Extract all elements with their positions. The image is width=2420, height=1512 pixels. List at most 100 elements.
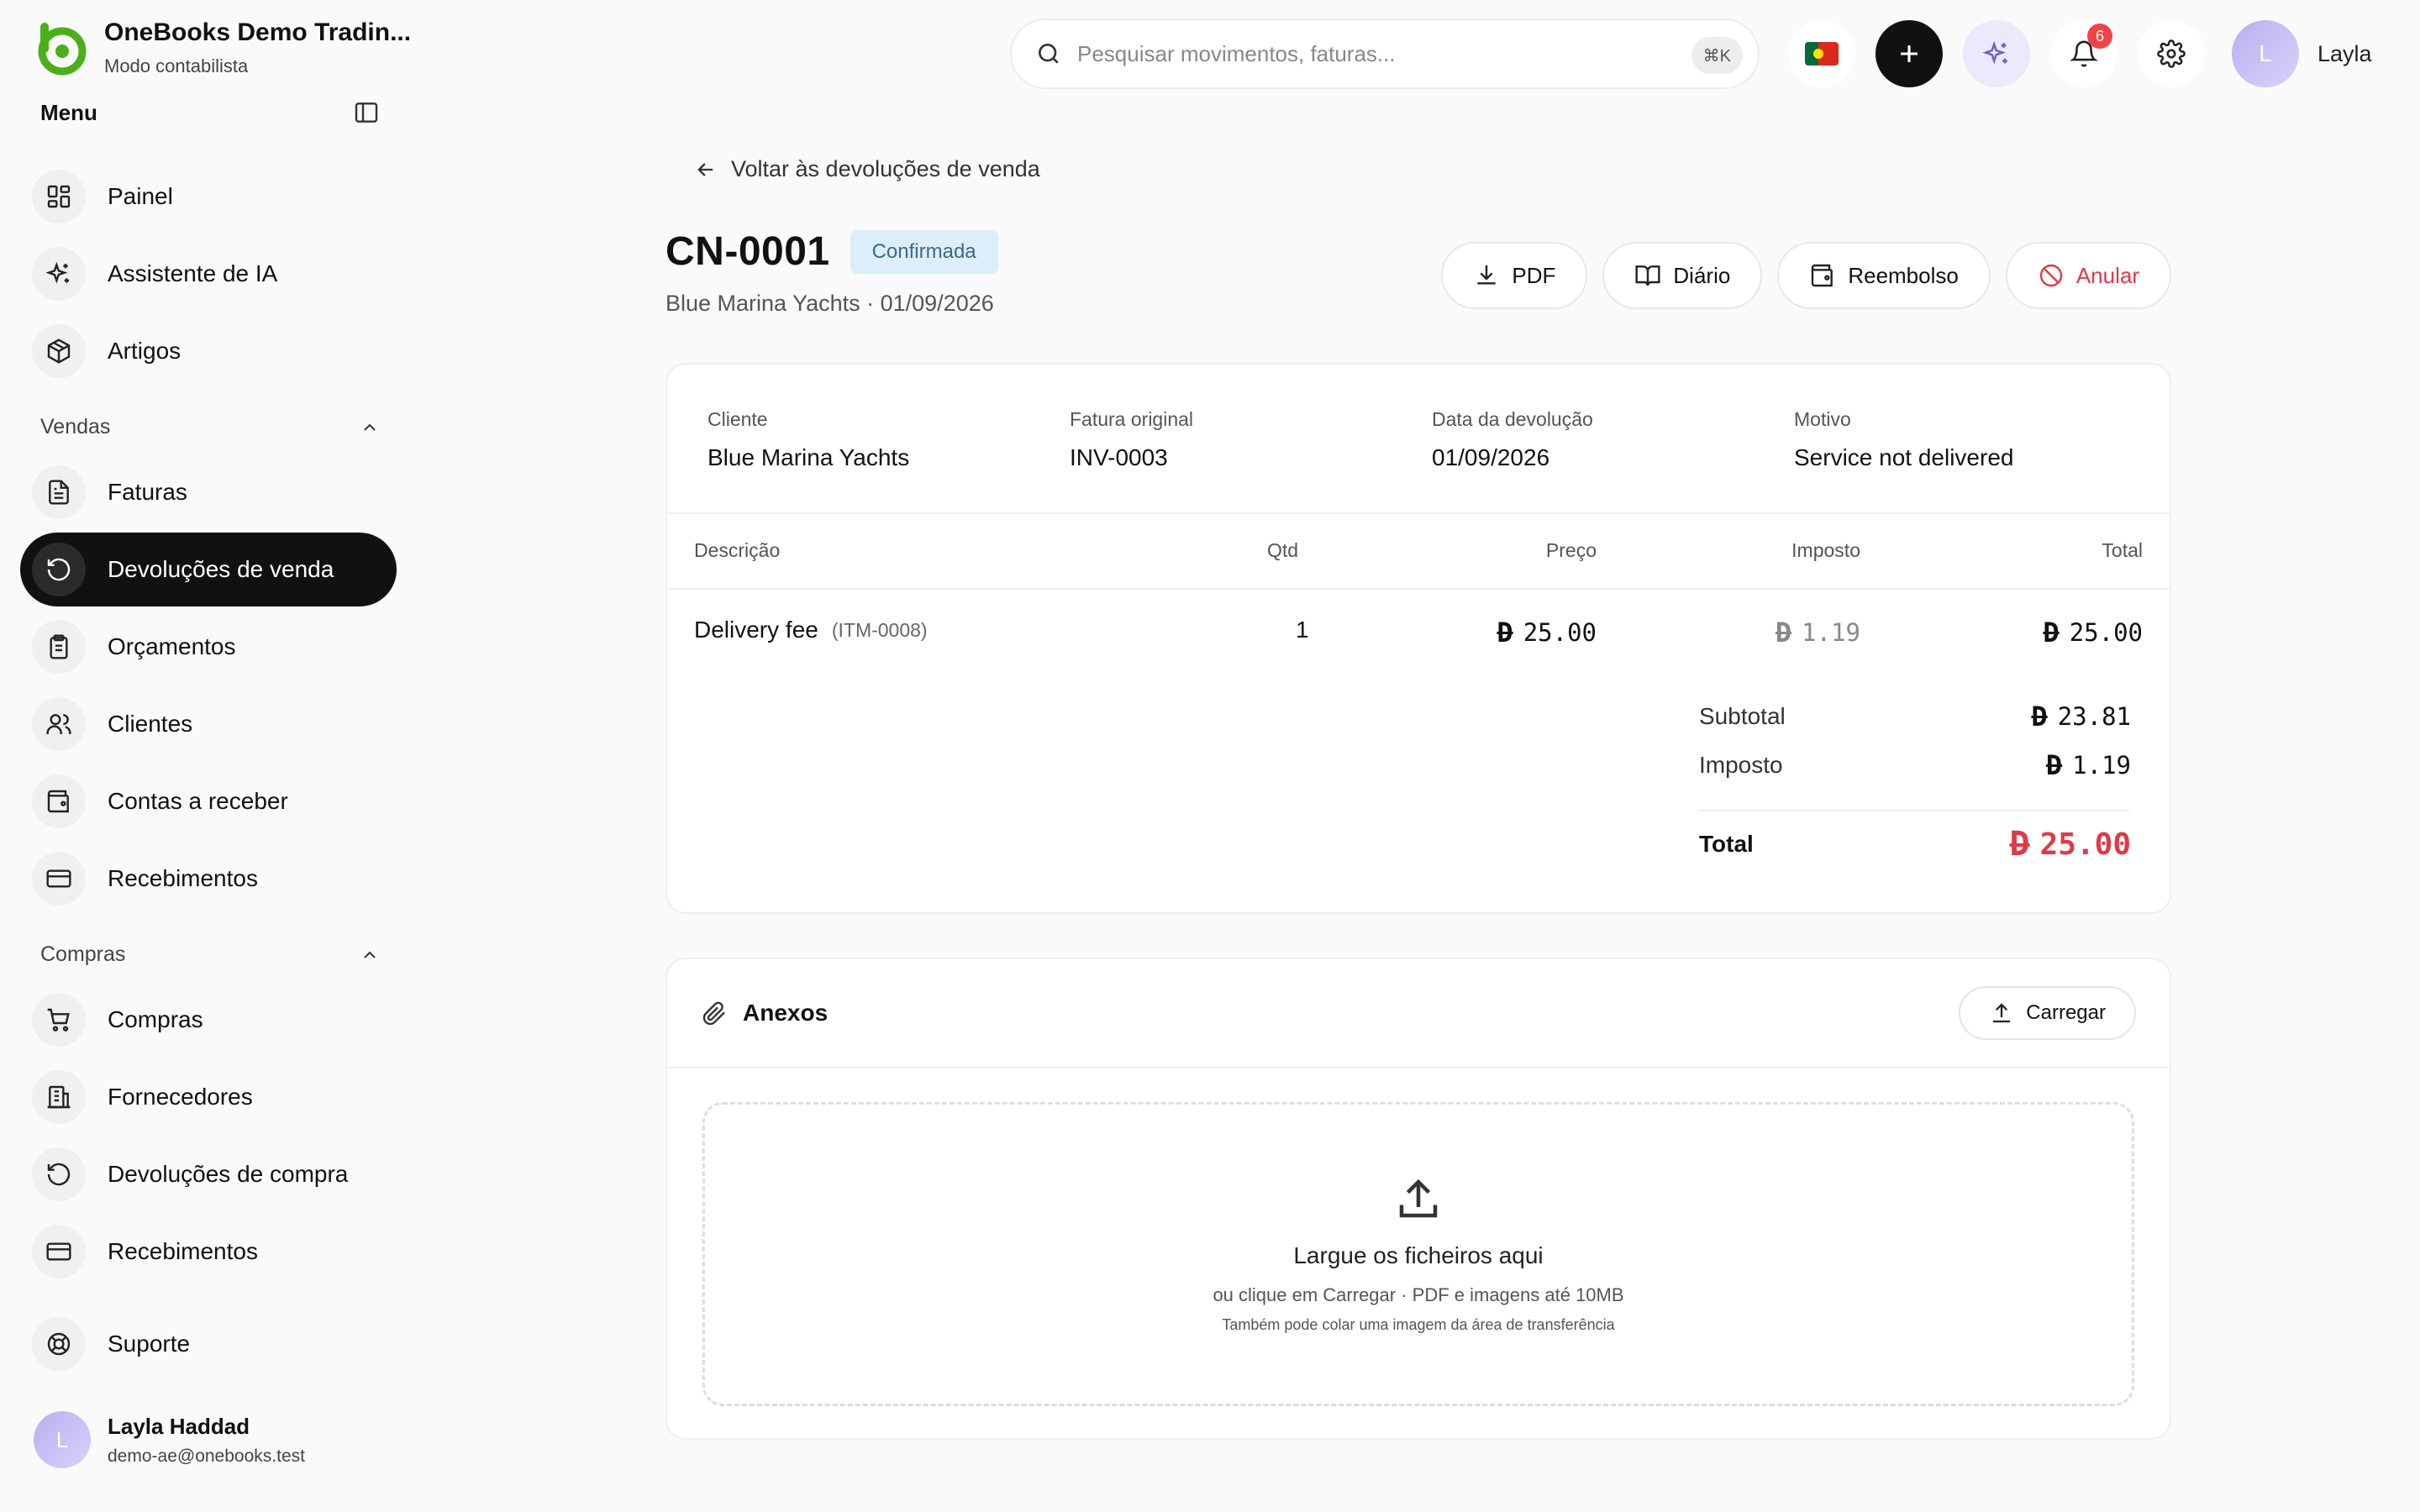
language-button[interactable] <box>1788 20 1855 87</box>
sidebar-item-faturas[interactable]: Faturas <box>20 455 397 529</box>
sidebar-item-painel[interactable]: Painel <box>20 160 397 234</box>
amount: 25.00 <box>1523 618 1597 647</box>
line-item-description: Delivery fee (ITM-0008) <box>694 617 928 643</box>
chevron-up-icon <box>364 951 376 958</box>
currency-symbol: D <box>2031 701 2048 732</box>
document-subtitle: Blue Marina Yachts · 01/09/2026 <box>666 291 994 316</box>
sidebar-item-purchase-receipts[interactable]: Recebimentos <box>20 1215 397 1289</box>
document-meta: Cliente Blue Marina Yachts Fatura origin… <box>708 408 2156 471</box>
sidebar-item-suporte[interactable]: Suporte <box>20 1307 397 1381</box>
attachments-title: Anexos <box>743 1000 829 1026</box>
amount: 25.00 <box>2039 827 2131 862</box>
sidebar-item-receivables[interactable]: Contas a receber <box>20 764 397 838</box>
chevron-up-icon <box>364 423 376 431</box>
sidebar-item-sales-returns[interactable]: Devoluções de venda <box>20 533 397 606</box>
paperclip-icon <box>702 1001 725 1026</box>
pdf-button[interactable]: PDF <box>1441 242 1588 309</box>
meta-customer: Cliente Blue Marina Yachts <box>708 408 1070 471</box>
arrow-left-icon <box>697 162 713 176</box>
divider <box>667 512 2170 514</box>
search-input[interactable] <box>1077 40 1649 67</box>
sidebar-item-label: Recebimentos <box>108 865 258 891</box>
meta-label: Fatura original <box>1070 408 1194 430</box>
section-title: Vendas <box>40 415 111 438</box>
ban-icon <box>2039 264 2063 287</box>
avatar: L <box>34 1411 91 1468</box>
totals-divider <box>1699 810 2129 811</box>
item-code: (ITM-0008) <box>831 618 928 641</box>
return-icon <box>32 543 86 596</box>
notifications-count-badge: 6 <box>2087 24 2112 49</box>
sidebar-item-label: Devoluções de compra <box>108 1161 349 1187</box>
sidebar-section-vendas[interactable]: Vendas <box>40 415 380 439</box>
book-open-icon <box>1635 265 1660 286</box>
sidebar-item-purchase-returns[interactable]: Devoluções de compra <box>20 1137 397 1211</box>
brand[interactable]: OneBooks Demo Tradin... Modo contabilist… <box>32 18 411 77</box>
notifications-button[interactable]: 6 <box>2050 20 2118 87</box>
divider <box>667 1067 2170 1068</box>
column-header-qty: Qtd <box>1267 539 1299 561</box>
company-name: OneBooks Demo Tradin... <box>104 18 412 46</box>
sidebar-section-compras[interactable]: Compras <box>40 942 380 967</box>
download-icon <box>1477 265 1497 285</box>
sidebar-item-label: Fornecedores <box>108 1084 253 1110</box>
menu-title: Menu <box>40 99 97 125</box>
button-label: Reembolso <box>1848 262 1959 288</box>
total-value: D 25.00 <box>2010 825 2131 864</box>
user-name: Layla Haddad <box>108 1413 250 1439</box>
sidebar-toggle-icon[interactable] <box>353 99 380 126</box>
ai-assistant-button[interactable] <box>1963 20 2030 87</box>
back-to-sales-returns-link[interactable]: Voltar às devoluções de venda <box>694 156 1040 182</box>
return-icon <box>32 1147 86 1201</box>
total-row: Total D 25.00 <box>1699 825 2131 864</box>
attachments-header: Anexos <box>701 1000 828 1026</box>
subtotal-label: Subtotal <box>1699 703 1786 729</box>
currency-symbol: D <box>1497 617 1513 648</box>
create-new-button[interactable] <box>1876 20 1943 87</box>
cart-icon <box>32 993 86 1047</box>
void-button[interactable]: Anular <box>2005 242 2171 309</box>
meta-original-invoice: Fatura original INV-0003 <box>1070 408 1432 471</box>
divider <box>667 588 2170 590</box>
tax-row: Imposto D 1.19 <box>1699 749 2131 781</box>
dashboard-icon <box>32 170 86 223</box>
subtotal-row: Subtotal D 23.81 <box>1699 701 2131 732</box>
file-dropzone[interactable]: Largue os ficheiros aqui ou clique em Ca… <box>702 1102 2134 1406</box>
column-header-total: Total <box>2102 539 2143 561</box>
sidebar-item-sales-receipts[interactable]: Recebimentos <box>20 842 397 916</box>
currency-symbol: D <box>2043 617 2060 648</box>
credit-note-details-card: Cliente Blue Marina Yachts Fatura origin… <box>666 363 2171 914</box>
sparkles-icon <box>32 247 86 301</box>
sidebar-item-orcamentos[interactable]: Orçamentos <box>20 610 397 684</box>
dropzone-note: Também pode colar uma imagem da área de … <box>1222 1316 1615 1333</box>
onebooks-logo-icon <box>38 23 87 76</box>
meta-label: Cliente <box>708 408 768 430</box>
card-icon <box>32 852 86 906</box>
section-title: Compras <box>40 942 126 966</box>
page-title: CN-0001 <box>666 229 830 274</box>
dropzone-subtitle: ou clique em Carregar · PDF e imagens at… <box>1213 1284 1624 1305</box>
currency-symbol: D <box>1775 617 1792 648</box>
sidebar-item-label: Orçamentos <box>108 633 236 659</box>
meta-label: Motivo <box>1794 408 1851 430</box>
sidebar-user[interactable]: L Layla Haddad demo-ae@onebooks.test <box>34 1411 305 1468</box>
sidebar-item-ai-assistant[interactable]: Assistente de IA <box>20 237 397 311</box>
wallet-icon <box>32 774 86 828</box>
sidebar-item-fornecedores[interactable]: Fornecedores <box>20 1060 397 1134</box>
user-menu[interactable]: L Layla <box>2232 20 2372 87</box>
column-header-description: Descrição <box>694 539 781 561</box>
card-icon <box>32 1225 86 1278</box>
sidebar: OneBooks Demo Tradin... Modo contabilist… <box>0 0 420 1512</box>
sidebar-item-label: Artigos <box>108 338 182 364</box>
upload-button[interactable]: Carregar <box>1959 986 2136 1040</box>
sidebar-item-label: Assistente de IA <box>108 260 278 286</box>
wallet-icon <box>1812 264 1833 287</box>
sidebar-item-compras[interactable]: Compras <box>20 983 397 1057</box>
upload-icon <box>1399 1179 1438 1218</box>
sidebar-item-clientes[interactable]: Clientes <box>20 687 397 761</box>
sidebar-item-artigos[interactable]: Artigos <box>20 314 397 388</box>
global-search[interactable]: ⌘K <box>1010 18 1760 89</box>
settings-button[interactable] <box>2138 20 2205 87</box>
refund-button[interactable]: Reembolso <box>1777 242 1991 309</box>
journal-button[interactable]: Diário <box>1602 242 1763 309</box>
